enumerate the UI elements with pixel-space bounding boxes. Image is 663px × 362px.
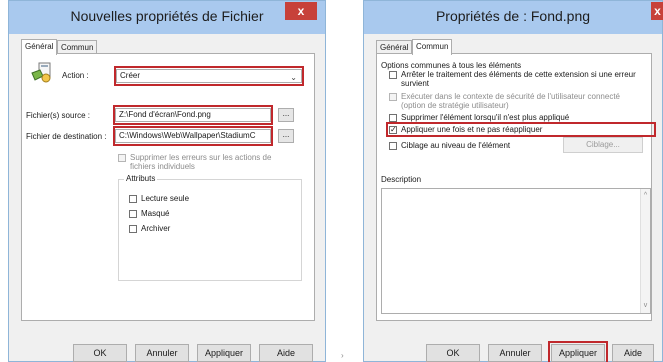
file-action-icon (31, 62, 51, 83)
targeting-button: Ciblage... (563, 137, 643, 153)
right-dialog-client: Général Commun Options communes à tous l… (364, 34, 662, 362)
suppress-errors-label: Supprimer les erreurs sur les actions de… (130, 153, 272, 171)
user-context-label: Exécuter dans le contexte de sécurité de… (401, 92, 620, 110)
destination-browse-button[interactable]: ... (278, 129, 294, 143)
source-browse-button[interactable]: ... (278, 108, 294, 122)
user-context-checkbox[interactable] (389, 93, 397, 101)
left-general-panel: Action : Créer ⌄ Fichier(s) source : Z:\… (21, 53, 315, 321)
action-label: Action : (62, 71, 89, 80)
right-tab-general[interactable]: Général (376, 40, 413, 54)
left-help-button[interactable]: Aide (259, 344, 313, 362)
right-close-button[interactable]: x (651, 2, 663, 20)
options-title: Options communes à tous les éléments (381, 61, 522, 70)
archive-label: Archiver (141, 224, 171, 233)
left-dialog: Nouvelles propriétés de Fichier x Généra… (8, 0, 326, 362)
destination-highlight (113, 126, 273, 146)
left-tab-general[interactable]: Général (21, 39, 58, 55)
separator-glyph: › (341, 351, 344, 360)
remove-item-checkbox[interactable] (389, 114, 397, 122)
archive-checkbox[interactable] (129, 225, 137, 233)
item-targeting-label: Ciblage au niveau de l'élément (401, 141, 511, 150)
description-scrollbar[interactable]: ^ v (640, 189, 650, 313)
hidden-label: Masqué (141, 209, 170, 218)
left-dialog-titlebar[interactable]: Nouvelles propriétés de Fichier x (9, 1, 325, 34)
left-apply-button[interactable]: Appliquer (197, 344, 251, 362)
left-cancel-button[interactable]: Annuler (135, 344, 189, 362)
left-dialog-client: Général Commun Action : Créer ⌄ Fichier(… (9, 34, 325, 362)
description-label: Description (381, 175, 422, 184)
suppress-errors-checkbox[interactable] (118, 154, 126, 162)
left-tab-commun[interactable]: Commun (57, 40, 98, 54)
scroll-up-icon[interactable]: ^ (641, 191, 650, 201)
right-apply-highlight (548, 341, 608, 362)
destination-label: Fichier de destination : (26, 132, 107, 141)
readonly-checkbox[interactable] (129, 195, 137, 203)
readonly-label: Lecture seule (141, 194, 190, 203)
hidden-checkbox[interactable] (129, 210, 137, 218)
right-dialog-title: Propriétés de : Fond.png (435, 8, 591, 24)
right-common-panel: Options communes à tous les éléments Arr… (376, 53, 656, 321)
remove-item-label: Supprimer l'élément lorsqu'il n'est plus… (401, 113, 570, 122)
right-dialog-titlebar[interactable]: Propriétés de : Fond.png x (364, 1, 663, 34)
attributes-group: Attributs Lecture seule Masqué Archiver (118, 174, 302, 281)
description-textarea[interactable]: ^ v (381, 188, 651, 314)
action-highlight (114, 66, 304, 86)
source-label: Fichier(s) source : (26, 111, 91, 120)
right-help-button[interactable]: Aide (612, 344, 654, 362)
right-ok-button[interactable]: OK (426, 344, 480, 362)
left-ok-button[interactable]: OK (73, 344, 127, 362)
item-targeting-checkbox[interactable] (389, 142, 397, 150)
attributes-title: Attributs (124, 174, 158, 183)
source-highlight (113, 105, 273, 125)
stop-on-error-checkbox[interactable] (389, 71, 397, 79)
right-cancel-button[interactable]: Annuler (488, 344, 542, 362)
left-dialog-title: Nouvelles propriétés de Fichier (70, 8, 264, 24)
scroll-down-icon[interactable]: v (641, 301, 650, 311)
left-close-button[interactable]: x (285, 2, 317, 20)
apply-once-highlight (386, 122, 656, 137)
right-dialog: Propriétés de : Fond.png x Général Commu… (363, 0, 663, 362)
stop-on-error-label: Arrêter le traitement des éléments de ce… (401, 70, 636, 88)
right-tab-commun[interactable]: Commun (412, 39, 453, 55)
